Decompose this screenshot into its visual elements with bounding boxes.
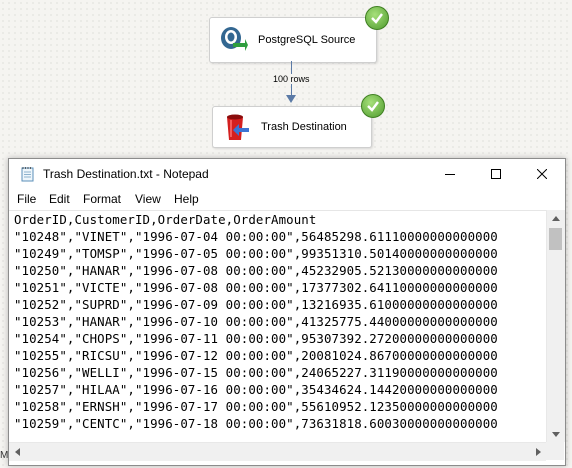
menu-bar: File Edit Format View Help	[9, 189, 565, 209]
maximize-button[interactable]	[473, 159, 519, 189]
scroll-up-button[interactable]	[547, 210, 565, 226]
chevron-right-icon	[535, 448, 541, 456]
postgresql-icon	[221, 27, 248, 51]
menu-format[interactable]: Format	[83, 192, 121, 206]
text-line: "10259","CENTC","1996-07-18 00:00:00",73…	[14, 416, 498, 431]
menu-view[interactable]: View	[135, 192, 161, 206]
scroll-right-button[interactable]	[530, 443, 546, 461]
text-line: "10255","RICSU","1996-07-12 00:00:00",20…	[14, 348, 498, 363]
minimize-button[interactable]	[427, 159, 473, 189]
close-icon	[537, 169, 547, 179]
text-line: "10253","HANAR","1996-07-10 00:00:00",41…	[14, 314, 498, 329]
minimize-icon	[445, 174, 455, 175]
trash-destination-component[interactable]: Trash Destination	[212, 106, 372, 148]
text-line: "10257","HILAA","1996-07-16 00:00:00",35…	[14, 382, 498, 397]
notepad-icon	[21, 167, 34, 182]
menu-help[interactable]: Help	[174, 192, 199, 206]
chevron-up-icon	[552, 215, 560, 221]
text-line: "10248","VINET","1996-07-04 00:00:00",56…	[14, 229, 498, 244]
text-line: "10254","CHOPS","1996-07-11 00:00:00",95…	[14, 331, 498, 346]
notepad-window[interactable]: Trash Destination.txt - Notepad File Edi…	[8, 158, 566, 466]
success-check-icon	[361, 94, 385, 118]
title-bar[interactable]: Trash Destination.txt - Notepad	[9, 159, 565, 189]
text-line: "10251","VICTE","1996-07-08 00:00:00",17…	[14, 280, 498, 295]
vertical-scrollbar[interactable]	[546, 210, 565, 442]
source-label: PostgreSQL Source	[258, 34, 356, 46]
text-line: "10249","TOMSP","1996-07-05 00:00:00",99…	[14, 246, 498, 261]
text-line: "10256","WELLI","1996-07-15 00:00:00",24…	[14, 365, 498, 380]
menu-file[interactable]: File	[17, 192, 36, 206]
close-button[interactable]	[519, 159, 565, 189]
chevron-down-icon	[552, 431, 560, 437]
menu-edit[interactable]: Edit	[49, 192, 70, 206]
scroll-left-button[interactable]	[9, 443, 25, 461]
destination-label: Trash Destination	[261, 121, 347, 133]
text-editor-area[interactable]: OrderID,CustomerID,OrderDate,OrderAmount…	[9, 210, 546, 443]
trash-destination-icon	[227, 114, 249, 140]
scroll-down-button[interactable]	[547, 426, 565, 442]
text-line: "10258","ERNSH","1996-07-17 00:00:00",55…	[14, 399, 498, 414]
scroll-thumb[interactable]	[549, 228, 562, 250]
maximize-icon	[491, 169, 501, 179]
scrollbar-corner	[546, 442, 564, 460]
text-line: "10252","SUPRD","1996-07-09 00:00:00",13…	[14, 297, 498, 312]
chevron-left-icon	[14, 448, 20, 456]
window-title: Trash Destination.txt - Notepad	[43, 167, 209, 181]
horizontal-scrollbar[interactable]	[9, 442, 546, 461]
postgresql-source-component[interactable]: PostgreSQL Source	[209, 17, 377, 63]
text-line: OrderID,CustomerID,OrderDate,OrderAmount	[14, 212, 317, 227]
success-check-icon	[365, 6, 389, 30]
row-count-label: 100 rows	[272, 74, 311, 84]
text-line: "10250","HANAR","1996-07-08 00:00:00",45…	[14, 263, 498, 278]
data-flow-arrow-icon	[286, 95, 296, 103]
